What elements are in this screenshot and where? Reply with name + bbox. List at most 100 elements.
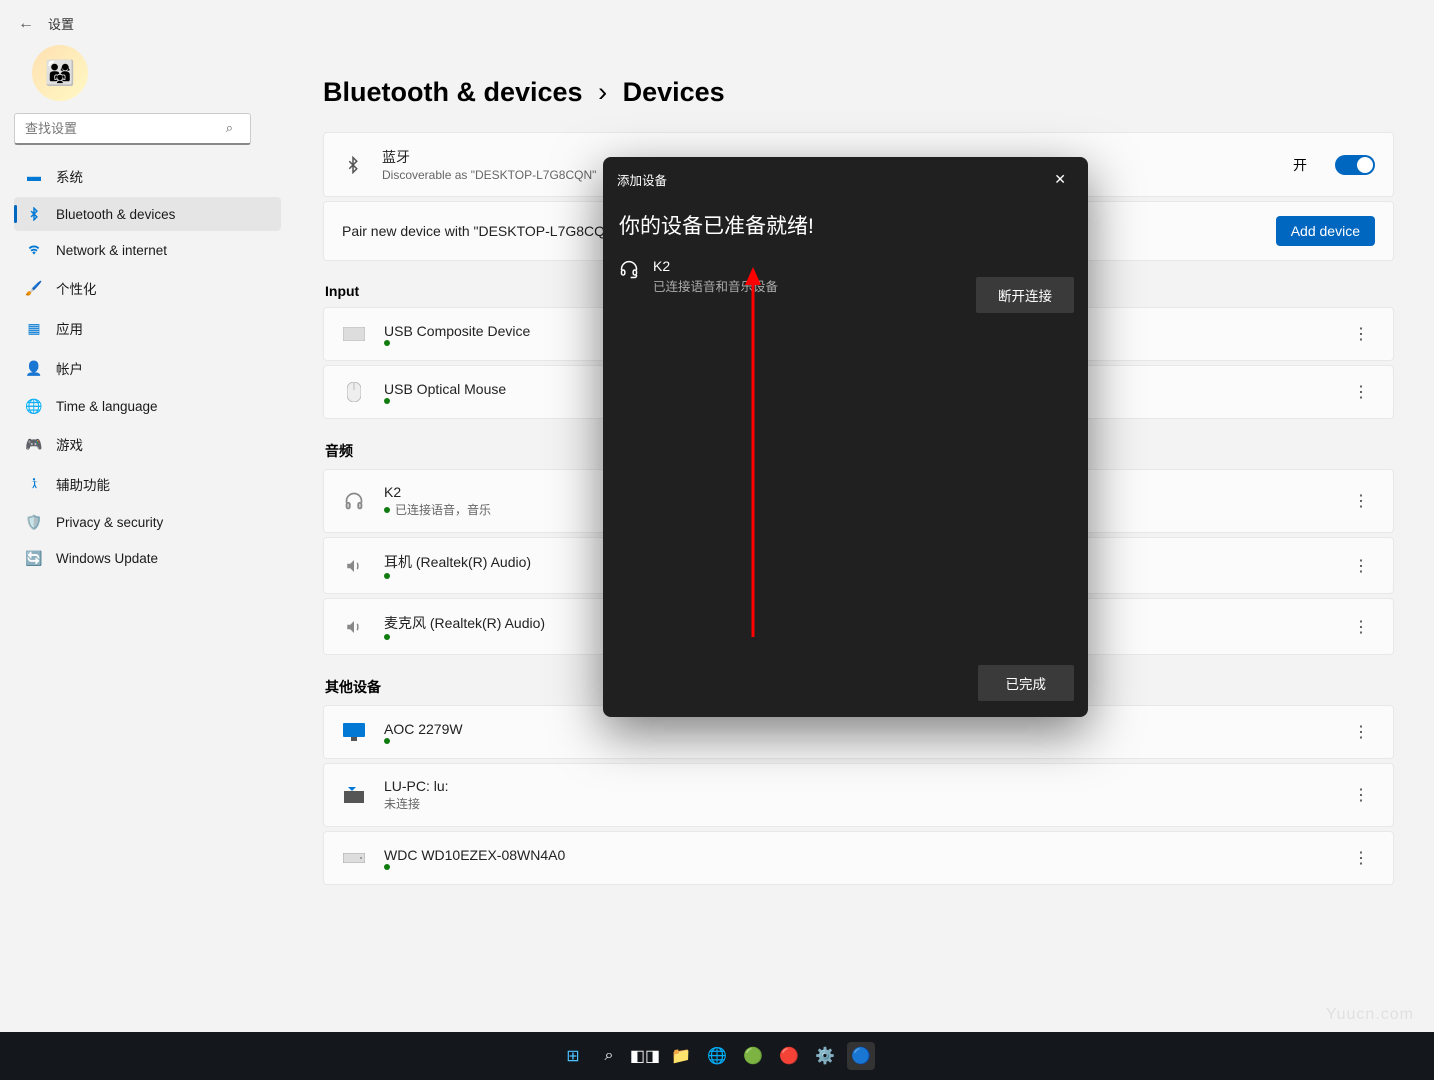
- globe-icon: 🌐: [26, 398, 42, 414]
- more-icon[interactable]: ⋮: [1347, 324, 1375, 344]
- more-icon[interactable]: ⋮: [1347, 382, 1375, 402]
- sidebar-item-gaming[interactable]: 🎮 游戏: [14, 425, 281, 463]
- avatar[interactable]: 👨‍👩‍👧: [32, 45, 88, 101]
- speaker-icon: [342, 554, 366, 578]
- keyboard-icon: [342, 322, 366, 346]
- taskview-icon[interactable]: ◧◨: [631, 1042, 659, 1070]
- dialog-header-title: 添加设备: [617, 170, 667, 189]
- search-input[interactable]: [14, 113, 251, 145]
- device-row[interactable]: WDC WD10EZEX-08WN4A0 ⋮: [323, 831, 1394, 885]
- taskbar: ⊞ ⌕ ◧◨ 📁 🌐 🟢 🔴 ⚙️ 🔵: [0, 1032, 1434, 1080]
- device-name: AOC 2279W: [384, 721, 463, 737]
- breadcrumb: Bluetooth & devices › Devices: [323, 77, 1394, 108]
- dialog-device-sub: 已连接语音和音乐设备: [653, 276, 778, 295]
- dialog-device-name: K2: [653, 258, 778, 274]
- edge-icon[interactable]: 🌐: [703, 1042, 731, 1070]
- sidebar-item-accessibility[interactable]: 辅助功能: [14, 465, 281, 503]
- status-dot: [384, 340, 390, 346]
- app-icon[interactable]: 🟢: [739, 1042, 767, 1070]
- disconnect-button[interactable]: 断开连接: [976, 277, 1074, 313]
- more-icon[interactable]: ⋮: [1347, 848, 1375, 868]
- device-row[interactable]: LU-PC: lu: 未连接 ⋮: [323, 763, 1394, 827]
- media-device-icon: [342, 783, 366, 807]
- monitor-icon: [342, 720, 366, 744]
- device-name: WDC WD10EZEX-08WN4A0: [384, 847, 565, 863]
- breadcrumb-parent[interactable]: Bluetooth & devices: [323, 77, 583, 107]
- device-status: 已连接语音，音乐: [395, 501, 491, 518]
- sidebar-item-update[interactable]: 🔄 Windows Update: [14, 541, 281, 575]
- sidebar-item-label: Bluetooth & devices: [56, 207, 175, 222]
- apps-icon: ▦: [26, 320, 42, 336]
- device-name: 耳机 (Realtek(R) Audio): [384, 552, 531, 572]
- status-dot: [384, 507, 390, 513]
- accessibility-icon: [26, 476, 42, 492]
- device-name: USB Composite Device: [384, 323, 530, 339]
- watermark: Yuucn.com: [1326, 1006, 1414, 1024]
- device-name: K2: [384, 484, 491, 500]
- sidebar-item-label: Time & language: [56, 399, 158, 414]
- sidebar-item-label: Network & internet: [56, 243, 167, 258]
- window-title: 设置: [48, 14, 74, 33]
- sidebar-item-label: 辅助功能: [56, 474, 110, 494]
- sidebar-item-bluetooth[interactable]: Bluetooth & devices: [14, 197, 281, 231]
- status-dot: [384, 634, 390, 640]
- wifi-icon: [26, 242, 42, 258]
- brush-icon: 🖌️: [26, 280, 42, 296]
- app-icon[interactable]: 🔵: [847, 1042, 875, 1070]
- sidebar-item-time[interactable]: 🌐 Time & language: [14, 389, 281, 423]
- status-dot: [384, 573, 390, 579]
- drive-icon: [342, 846, 366, 870]
- sidebar-item-label: 游戏: [56, 434, 83, 454]
- search-icon[interactable]: ⌕: [595, 1042, 623, 1070]
- sidebar-item-personalization[interactable]: 🖌️ 个性化: [14, 269, 281, 307]
- headset-icon: [619, 260, 639, 285]
- person-icon: 👤: [26, 360, 42, 376]
- status-dot: [384, 398, 390, 404]
- display-icon: ▬: [26, 168, 42, 184]
- sidebar-item-label: 帐户: [56, 358, 83, 378]
- sidebar: 👨‍👩‍👧 ⌕ ▬ 系统 Bluetooth & devices Network…: [0, 39, 295, 1069]
- add-device-button[interactable]: Add device: [1276, 216, 1375, 246]
- sidebar-item-privacy[interactable]: 🛡️ Privacy & security: [14, 505, 281, 539]
- more-icon[interactable]: ⋮: [1347, 722, 1375, 742]
- headphones-icon: [342, 489, 366, 513]
- back-icon[interactable]: ←: [18, 15, 34, 33]
- explorer-icon[interactable]: 📁: [667, 1042, 695, 1070]
- bluetooth-icon: [342, 156, 364, 174]
- gamepad-icon: 🎮: [26, 436, 42, 452]
- sidebar-item-accounts[interactable]: 👤 帐户: [14, 349, 281, 387]
- status-dot: [384, 738, 390, 744]
- sidebar-item-label: 系统: [56, 166, 83, 186]
- speaker-icon: [342, 615, 366, 639]
- more-icon[interactable]: ⋮: [1347, 785, 1375, 805]
- close-icon[interactable]: ✕: [1046, 167, 1074, 192]
- sidebar-item-label: 应用: [56, 318, 83, 338]
- annotation-arrow: [733, 267, 773, 647]
- more-icon[interactable]: ⋮: [1347, 491, 1375, 511]
- device-name: 麦克风 (Realtek(R) Audio): [384, 613, 545, 633]
- sidebar-item-label: Privacy & security: [56, 515, 163, 530]
- start-icon[interactable]: ⊞: [559, 1042, 587, 1070]
- chrome-icon[interactable]: 🔴: [775, 1042, 803, 1070]
- more-icon[interactable]: ⋮: [1347, 556, 1375, 576]
- sidebar-item-label: Windows Update: [56, 551, 158, 566]
- sidebar-item-system[interactable]: ▬ 系统: [14, 157, 281, 195]
- search-icon: ⌕: [226, 120, 233, 136]
- bluetooth-toggle[interactable]: [1335, 155, 1375, 175]
- dialog-title: 你的设备已准备就绪!: [603, 202, 1088, 258]
- shield-icon: 🛡️: [26, 514, 42, 530]
- device-name: LU-PC: lu:: [384, 778, 449, 794]
- add-device-dialog: 添加设备 ✕ 你的设备已准备就绪! K2 已连接语音和音乐设备 断开连接 已完成: [603, 157, 1088, 717]
- app-icon[interactable]: ⚙️: [811, 1042, 839, 1070]
- sidebar-item-apps[interactable]: ▦ 应用: [14, 309, 281, 347]
- toggle-label: 开: [1293, 155, 1307, 175]
- chevron-right-icon: ›: [598, 77, 607, 107]
- device-name: USB Optical Mouse: [384, 381, 506, 397]
- mouse-icon: [342, 380, 366, 404]
- breadcrumb-current: Devices: [623, 77, 725, 107]
- more-icon[interactable]: ⋮: [1347, 617, 1375, 637]
- sidebar-item-network[interactable]: Network & internet: [14, 233, 281, 267]
- done-button[interactable]: 已完成: [978, 665, 1075, 701]
- sidebar-item-label: 个性化: [56, 278, 97, 298]
- update-icon: 🔄: [26, 550, 42, 566]
